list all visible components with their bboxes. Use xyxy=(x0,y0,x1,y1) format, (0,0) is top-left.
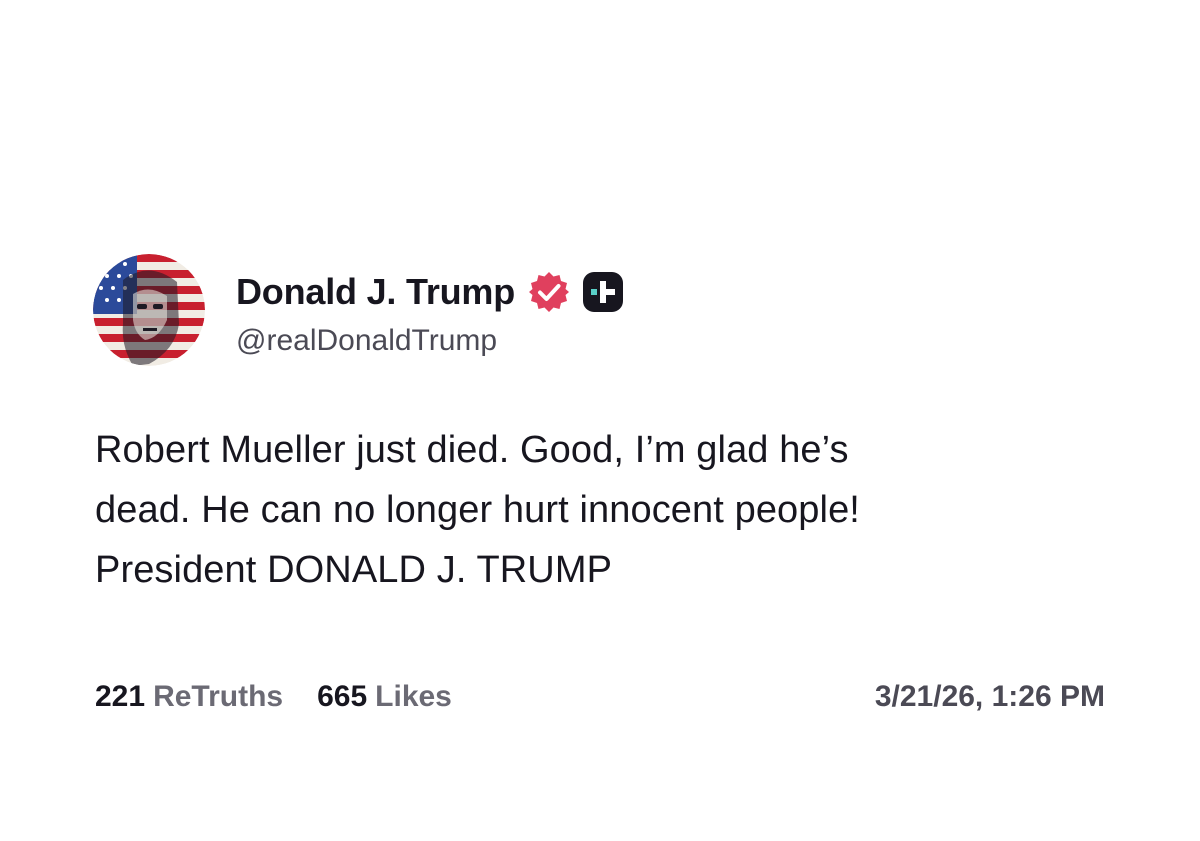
author-handle[interactable]: @realDonaldTrump xyxy=(236,324,497,358)
truth-post: Donald J. Trump @realDonaldTrump Robert … xyxy=(0,0,1200,841)
post-stats: 221 ReTruths 665 Likes xyxy=(95,672,486,722)
post-timestamp: 3/21/26, 1:26 PM xyxy=(874,680,1105,713)
author-row: Donald J. Trump xyxy=(236,262,625,322)
post-body-line: dead. He can no longer hurt innocent peo… xyxy=(95,489,860,531)
verified-badge-icon xyxy=(527,270,571,314)
flag-portrait-avatar xyxy=(93,254,205,366)
avatar[interactable] xyxy=(93,254,205,366)
post-body: Robert Mueller just died. Good, I’m glad… xyxy=(95,420,1105,600)
likes-count: 665 xyxy=(317,680,368,713)
likes-stat[interactable]: 665 Likes xyxy=(317,680,452,714)
post-body-line: President DONALD J. TRUMP xyxy=(95,549,613,591)
retruths-stat[interactable]: 221 ReTruths xyxy=(95,680,283,714)
retruths-label: ReTruths xyxy=(153,680,284,713)
post-body-line: Robert Mueller just died. Good, I’m glad… xyxy=(95,429,849,471)
likes-label: Likes xyxy=(375,680,452,713)
display-name[interactable]: Donald J. Trump xyxy=(236,271,515,313)
truth-plus-icon xyxy=(581,270,625,314)
retruths-count: 221 xyxy=(95,680,146,713)
